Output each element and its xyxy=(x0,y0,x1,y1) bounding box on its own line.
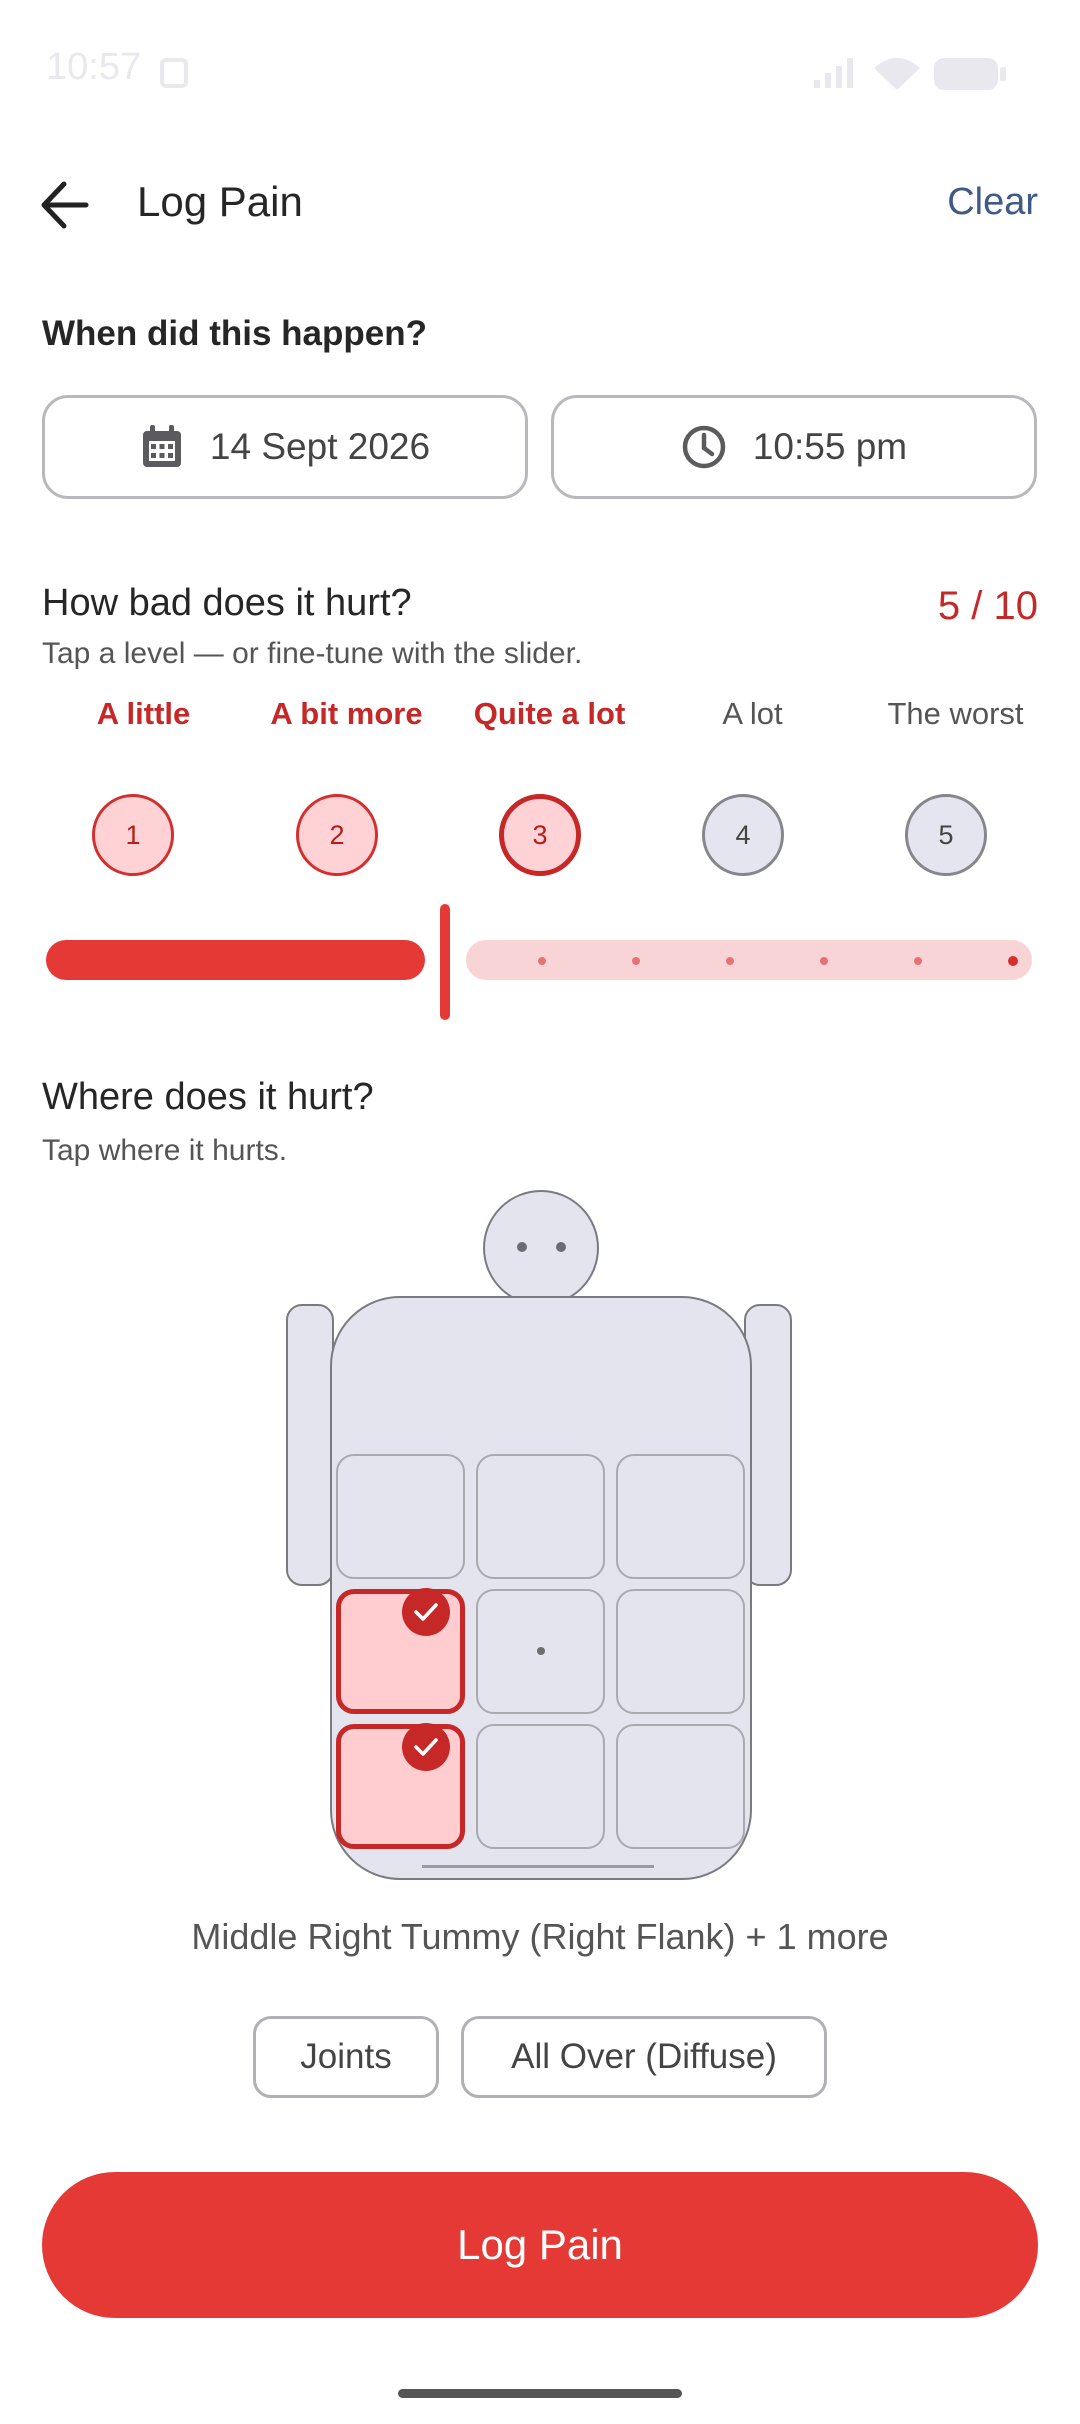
severity-hint: Tap a level — or fine-tune with the slid… xyxy=(42,637,583,670)
when-question: When did this happen? xyxy=(42,314,427,353)
clear-button[interactable]: Clear xyxy=(947,181,1038,224)
level-label-5[interactable]: The worst xyxy=(854,696,1057,732)
zone-upper-middle[interactable] xyxy=(476,1454,605,1579)
check-icon xyxy=(402,1588,450,1636)
zone-middle-left[interactable] xyxy=(616,1589,745,1714)
level-label-4[interactable]: A lot xyxy=(651,696,854,732)
screenshot-icon xyxy=(160,58,188,88)
zone-lower-left[interactable] xyxy=(616,1724,745,1849)
location-hint: Tap where it hurts. xyxy=(42,1134,288,1167)
body-map xyxy=(286,1190,796,1880)
zone-lower-middle[interactable] xyxy=(476,1724,605,1849)
slider-tick xyxy=(820,957,828,965)
status-bar: 10:57 xyxy=(0,0,1080,140)
level-button-3[interactable]: 3 xyxy=(499,794,581,876)
level-button-1[interactable]: 1 xyxy=(92,794,174,876)
signal-icon xyxy=(814,58,853,88)
head xyxy=(483,1190,599,1306)
eye-right xyxy=(556,1242,566,1252)
date-picker-button[interactable]: 14 Sept 2026 xyxy=(42,395,528,499)
waist-line xyxy=(422,1865,654,1868)
slider-tick-end xyxy=(1008,956,1018,966)
slider-thumb[interactable] xyxy=(440,904,450,1020)
chip-all-over-diffuse[interactable]: All Over (Diffuse) xyxy=(461,2016,827,2098)
date-value: 14 Sept 2026 xyxy=(209,426,431,467)
severity-level-labels: A little A bit more Quite a lot A lot Th… xyxy=(42,696,1038,746)
status-time: 10:57 xyxy=(46,46,142,88)
clock-icon xyxy=(682,425,726,469)
slider-inactive-track xyxy=(466,940,1032,980)
time-value: 10:55 pm xyxy=(752,426,908,467)
log-pain-button[interactable]: Log Pain xyxy=(42,2172,1038,2318)
calendar-icon xyxy=(142,425,181,467)
slider-tick xyxy=(632,957,640,965)
zone-upper-left[interactable] xyxy=(616,1454,745,1579)
slider-tick xyxy=(538,957,546,965)
slider-active-track xyxy=(46,940,425,980)
slider-tick xyxy=(914,957,922,965)
location-question: Where does it hurt? xyxy=(42,1076,374,1118)
level-button-2[interactable]: 2 xyxy=(296,794,378,876)
selected-area-summary: Middle Right Tummy (Right Flank) + 1 mor… xyxy=(191,1916,889,1957)
home-indicator[interactable] xyxy=(398,2389,682,2398)
level-button-5[interactable]: 5 xyxy=(905,794,987,876)
back-arrow-icon[interactable] xyxy=(38,180,90,230)
navel-dot xyxy=(537,1647,545,1655)
level-button-4[interactable]: 4 xyxy=(702,794,784,876)
level-label-2[interactable]: A bit more xyxy=(245,696,448,732)
severity-score: 5 / 10 xyxy=(937,584,1038,628)
level-label-1[interactable]: A little xyxy=(42,696,245,732)
chip-joints[interactable]: Joints xyxy=(253,2016,439,2098)
eye-left xyxy=(517,1242,527,1252)
severity-slider[interactable] xyxy=(46,900,1032,1020)
page-title: Log Pain xyxy=(137,178,303,225)
time-picker-button[interactable]: 10:55 pm xyxy=(551,395,1037,499)
left-arm[interactable] xyxy=(286,1304,334,1586)
zone-upper-right[interactable] xyxy=(336,1454,465,1579)
check-icon xyxy=(402,1723,450,1771)
slider-tick xyxy=(726,957,734,965)
battery-icon xyxy=(934,58,1006,90)
zone-middle-center[interactable] xyxy=(476,1589,605,1714)
level-label-3[interactable]: Quite a lot xyxy=(448,696,651,732)
wifi-icon xyxy=(874,58,920,90)
severity-question: How bad does it hurt? xyxy=(42,582,412,624)
